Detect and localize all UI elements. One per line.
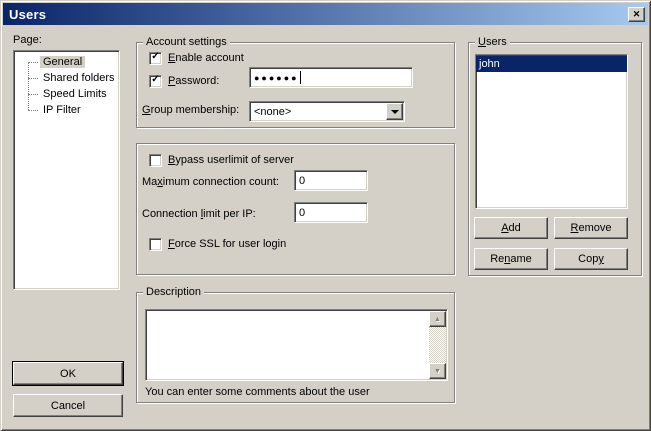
enable-account-label: Enable account <box>168 52 244 64</box>
group-membership-select[interactable]: <none> <box>249 101 405 122</box>
account-settings-group-title: Account settings <box>143 35 230 49</box>
description-value <box>148 312 427 378</box>
password-value: ●●●●●● <box>254 73 299 83</box>
enable-account-checkbox[interactable]: ✓ <box>149 52 162 65</box>
force-ssl-checkbox[interactable] <box>149 238 162 251</box>
bypass-userlimit-row: Bypass userlimit of server <box>149 153 294 167</box>
page-tree-item-label[interactable]: General <box>40 56 85 68</box>
users-list-item-john[interactable]: john <box>476 56 627 72</box>
users-dialog-window: Users ✕ Page: General Shared folders Speed… <box>0 0 651 431</box>
page-list-label: Page: <box>13 34 42 46</box>
force-ssl-label: Force SSL for user login <box>168 238 286 250</box>
dropdown-button[interactable] <box>386 103 403 120</box>
account-settings-group: Account settings ✓ Enable account ✓ Pass… <box>136 42 455 128</box>
checkmark-icon: ✓ <box>151 52 159 62</box>
page-tree[interactable]: General Shared folders Speed Limits IP Filt… <box>13 50 120 290</box>
text-caret <box>300 71 301 84</box>
max-connection-count-value: 0 <box>299 175 305 187</box>
add-user-button[interactable]: Add <box>474 217 548 239</box>
bypass-userlimit-label: Bypass userlimit of server <box>168 154 294 166</box>
page-tree-item-ip-filter[interactable]: IP Filter <box>14 102 119 118</box>
page-tree-item-label[interactable]: Shared folders <box>40 72 118 84</box>
connection-settings-group: Bypass userlimit of server Maximum conne… <box>136 143 455 275</box>
group-membership-value: <none> <box>250 106 404 118</box>
page-tree-item-shared-folders[interactable]: Shared folders <box>14 70 119 86</box>
page-tree-item-label[interactable]: Speed Limits <box>40 88 110 100</box>
max-connection-count-label: Maximum connection count: <box>142 176 279 188</box>
checkmark-icon: ✓ <box>151 75 159 85</box>
max-connection-count-input[interactable]: 0 <box>294 170 368 191</box>
description-group-title: Description <box>143 285 204 299</box>
password-row: ✓ Password: <box>149 74 219 88</box>
scroll-down-button[interactable]: ▼ <box>429 363 446 379</box>
tree-connector-line <box>28 62 38 63</box>
password-input[interactable]: ●●●●●● <box>249 67 413 88</box>
connection-limit-per-ip-value: 0 <box>299 207 305 219</box>
close-button[interactable]: ✕ <box>628 7 645 22</box>
window-title: Users <box>9 7 46 22</box>
description-hint: You can enter some comments about the us… <box>145 386 370 398</box>
force-ssl-row: Force SSL for user login <box>149 237 286 251</box>
connection-limit-per-ip-input[interactable]: 0 <box>294 202 368 223</box>
page-tree-item-general[interactable]: General <box>14 54 119 70</box>
chevron-down-icon <box>391 110 399 114</box>
tree-connector-line <box>28 110 38 111</box>
rename-user-button[interactable]: Rename <box>474 248 548 270</box>
description-group: Description ▲ ▼ You can enter some comme… <box>136 292 455 403</box>
copy-user-button[interactable]: Copy <box>554 248 628 270</box>
page-tree-item-label[interactable]: IP Filter <box>40 104 84 116</box>
description-textarea[interactable]: ▲ ▼ <box>145 309 448 381</box>
enable-account-row: ✓ Enable account <box>149 51 244 65</box>
group-membership-label: Group membership: <box>142 104 239 116</box>
bypass-userlimit-checkbox[interactable] <box>149 154 162 167</box>
close-icon: ✕ <box>633 10 641 19</box>
users-list[interactable]: john <box>475 54 628 209</box>
tree-connector-line <box>28 94 38 95</box>
titlebar[interactable]: Users ✕ <box>3 3 648 25</box>
password-label: Password: <box>168 75 219 87</box>
page-tree-item-speed-limits[interactable]: Speed Limits <box>14 86 119 102</box>
password-checkbox[interactable]: ✓ <box>149 75 162 88</box>
tree-connector-line <box>28 78 38 79</box>
users-group: Users john Add Remove Rename Copy <box>468 42 642 276</box>
scroll-down-icon: ▼ <box>434 368 441 375</box>
users-list-items: john <box>476 55 627 208</box>
description-scrollbar[interactable]: ▲ ▼ <box>429 311 446 379</box>
scroll-up-button[interactable]: ▲ <box>429 311 446 327</box>
remove-user-button[interactable]: Remove <box>554 217 628 239</box>
users-group-title: Users <box>475 35 510 49</box>
cancel-button[interactable]: Cancel <box>13 394 123 417</box>
page-tree-items: General Shared folders Speed Limits IP Filt… <box>14 54 119 118</box>
ok-button[interactable]: OK <box>13 362 123 385</box>
scroll-up-icon: ▲ <box>434 316 441 323</box>
connection-limit-per-ip-label: Connection limit per IP: <box>142 208 256 220</box>
